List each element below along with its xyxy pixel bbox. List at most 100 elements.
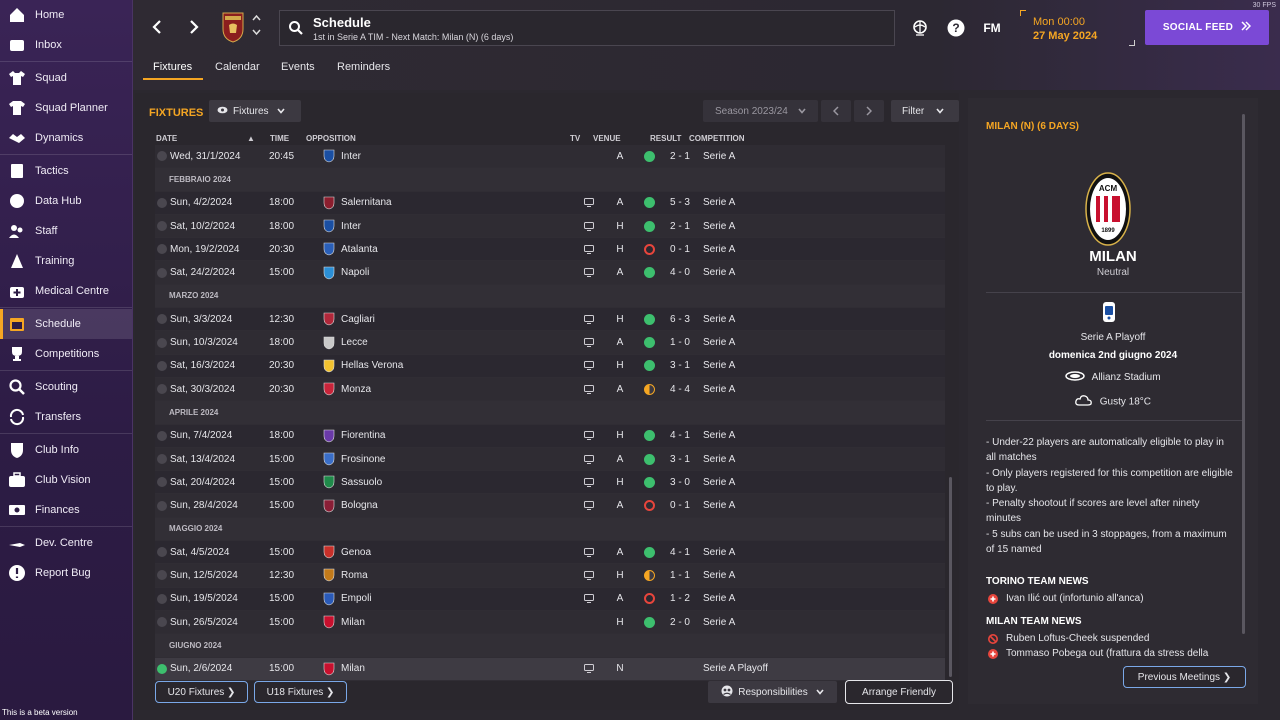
fixture-score[interactable]: 1 - 0 <box>657 337 703 348</box>
fixture-row[interactable]: Sat, 4/5/2024 15:00 Genoa A 4 - 1 Serie A <box>155 541 945 565</box>
fixture-score[interactable]: 3 - 1 <box>657 454 703 465</box>
sidebar-item-scouting[interactable]: Scouting <box>0 372 132 402</box>
fixture-row[interactable]: Wed, 31/1/2024 20:45 Inter A 2 - 1 Serie A <box>155 145 945 169</box>
sidebar-item-club-vision[interactable]: Club Vision <box>0 465 132 495</box>
fixture-opponent[interactable]: Atalanta <box>341 244 579 255</box>
previous-meetings-button[interactable]: Previous Meetings ❯ <box>1123 666 1246 688</box>
fixture-opponent[interactable]: Lecce <box>341 337 579 348</box>
fixture-row[interactable]: Sun, 19/5/2024 15:00 Empoli A 1 - 2 Serie A <box>155 587 945 611</box>
search-title-box[interactable]: Schedule 1st in Serie A TIM - Next Match… <box>279 10 895 46</box>
col-venue[interactable]: VENUE <box>593 134 621 143</box>
fixture-score[interactable]: 0 - 1 <box>657 244 703 255</box>
sidebar-item-dynamics[interactable]: Dynamics <box>0 123 132 153</box>
u18-fixtures-button[interactable]: U18 Fixtures ❯ <box>254 681 347 703</box>
fixture-row[interactable]: Sun, 10/3/2024 18:00 Lecce A 1 - 0 Serie A <box>155 331 945 355</box>
tab-fixtures[interactable]: Fixtures <box>153 61 192 73</box>
sidebar-item-club-info[interactable]: Club Info <box>0 435 132 465</box>
fixture-score[interactable]: 2 - 1 <box>657 221 703 232</box>
fixture-score[interactable]: 6 - 3 <box>657 314 703 325</box>
responsibilities-dropdown[interactable]: Responsibilities <box>708 681 837 703</box>
sidebar-item-squad[interactable]: Squad <box>0 63 132 93</box>
fixture-opponent[interactable]: Napoli <box>341 267 579 278</box>
fixture-opponent[interactable]: Frosinone <box>341 454 579 465</box>
u20-fixtures-button[interactable]: U20 Fixtures ❯ <box>155 681 248 703</box>
fixture-row[interactable]: Mon, 19/2/2024 20:30 Atalanta H 0 - 1 Serie A <box>155 238 945 262</box>
fixture-competition[interactable]: Serie A <box>703 337 853 348</box>
fixture-row[interactable]: Sun, 28/4/2024 15:00 Bologna A 0 - 1 Serie A <box>155 494 945 518</box>
fixture-row[interactable]: Sun, 2/6/2024 15:00 Milan N Serie A Playoff <box>155 657 945 681</box>
fixture-competition[interactable]: Serie A <box>703 593 853 604</box>
col-date[interactable]: DATE <box>156 134 177 143</box>
game-date[interactable]: Mon 00:00 27 May 2024 <box>1020 10 1135 46</box>
fixture-opponent[interactable]: Monza <box>341 384 579 395</box>
fixture-competition[interactable]: Serie A <box>703 151 853 162</box>
sidebar-item-dev-centre[interactable]: Dev. Centre <box>0 528 132 558</box>
fixture-competition[interactable]: Serie A Playoff <box>703 663 853 674</box>
arrange-friendly-button[interactable]: Arrange Friendly <box>845 680 953 704</box>
sidebar-item-training[interactable]: Training <box>0 246 132 276</box>
fixture-competition[interactable]: Serie A <box>703 500 853 511</box>
fixture-competition[interactable]: Serie A <box>703 430 853 441</box>
fixture-opponent[interactable]: Empoli <box>341 593 579 604</box>
fixture-score[interactable]: 3 - 1 <box>657 360 703 371</box>
fixture-score[interactable]: 2 - 1 <box>657 151 703 162</box>
fixture-score[interactable]: 3 - 0 <box>657 477 703 488</box>
fixture-opponent[interactable]: Bologna <box>341 500 579 511</box>
fixture-score[interactable]: 4 - 1 <box>657 430 703 441</box>
sidebar-item-data-hub[interactable]: Data Hub <box>0 186 132 216</box>
milan-news-item[interactable]: Ruben Loftus-Cheek suspended <box>988 633 1149 644</box>
sidebar-item-staff[interactable]: Staff <box>0 216 132 246</box>
fixture-row[interactable]: Sat, 30/3/2024 20:30 Monza A 4 - 4 Serie A <box>155 377 945 402</box>
sidebar-item-transfers[interactable]: Transfers <box>0 402 132 432</box>
col-tv[interactable]: TV <box>570 134 580 143</box>
fixture-row[interactable]: Sun, 3/3/2024 12:30 Cagliari H 6 - 3 Serie A <box>155 308 945 332</box>
milan-crest-icon[interactable]: ACM 1899 <box>1085 172 1131 246</box>
fixture-competition[interactable]: Serie A <box>703 360 853 371</box>
opponent-name[interactable]: MILAN <box>968 248 1258 265</box>
sidebar-item-squad-planner[interactable]: Squad Planner <box>0 93 132 123</box>
fixture-score[interactable]: 1 - 1 <box>657 570 703 581</box>
fixture-row[interactable]: Sun, 12/5/2024 12:30 Roma H 1 - 1 Serie A <box>155 564 945 588</box>
sidebar-item-inbox[interactable]: Inbox <box>0 30 132 60</box>
fixture-opponent[interactable]: Roma <box>341 570 579 581</box>
fixture-competition[interactable]: Serie A <box>703 267 853 278</box>
fixture-opponent[interactable]: Fiorentina <box>341 430 579 441</box>
fixture-row[interactable]: Sun, 26/5/2024 15:00 Milan H 2 - 0 Serie A <box>155 610 945 635</box>
fixture-competition[interactable]: Serie A <box>703 221 853 232</box>
fixture-row[interactable]: Sun, 4/2/2024 18:00 Salernitana A 5 - 3 Serie… <box>155 191 945 215</box>
fixture-opponent[interactable]: Milan <box>341 663 579 674</box>
sidebar-item-tactics[interactable]: Tactics <box>0 156 132 186</box>
milan-news-item[interactable]: Tommaso Pobega out (frattura da stress d… <box>988 648 1208 659</box>
fixture-competition[interactable]: Serie A <box>703 244 853 255</box>
fixture-row[interactable]: Sat, 10/2/2024 18:00 Inter H 2 - 1 Serie A <box>155 214 945 239</box>
fixture-competition[interactable]: Serie A <box>703 384 853 395</box>
torino-news-item[interactable]: Ivan Ilić out (infortunio all'anca) <box>988 593 1144 604</box>
col-result[interactable]: RESULT <box>650 134 681 143</box>
help-icon[interactable]: ? <box>946 18 966 38</box>
fixture-opponent[interactable]: Hellas Verona <box>341 360 579 371</box>
fixture-competition[interactable]: Serie A <box>703 570 853 581</box>
sidebar-item-competitions[interactable]: Competitions <box>0 339 132 369</box>
fixture-row[interactable]: Sat, 20/4/2024 15:00 Sassuolo H 3 - 0 Serie A <box>155 471 945 495</box>
fixture-competition[interactable]: Serie A <box>703 454 853 465</box>
fixture-row[interactable]: Sun, 7/4/2024 18:00 Fiorentina H 4 - 1 Serie … <box>155 424 945 448</box>
tab-calendar[interactable]: Calendar <box>215 61 260 73</box>
tab-reminders[interactable]: Reminders <box>337 61 390 73</box>
club-switcher[interactable] <box>252 14 261 38</box>
col-competition[interactable]: COMPETITION <box>689 134 745 143</box>
fixture-score[interactable]: 1 - 2 <box>657 593 703 604</box>
col-opposition[interactable]: OPPOSITION <box>306 134 356 143</box>
fixture-row[interactable]: Sat, 13/4/2024 15:00 Frosinone A 3 - 1 Serie … <box>155 447 945 472</box>
fm-menu-button[interactable]: FM <box>982 18 1002 38</box>
fixtures-view-dropdown[interactable]: Fixtures <box>209 100 301 122</box>
season-next-button[interactable] <box>854 100 884 122</box>
world-icon[interactable] <box>910 18 930 38</box>
sidebar-item-finances[interactable]: Finances <box>0 495 132 525</box>
sidebar-item-report-bug[interactable]: Report Bug <box>0 558 132 588</box>
fixture-competition[interactable]: Serie A <box>703 197 853 208</box>
social-feed-button[interactable]: SOCIAL FEED <box>1145 10 1269 45</box>
sidebar-item-home[interactable]: Home <box>0 0 132 30</box>
fixture-score[interactable]: 4 - 4 <box>657 384 703 395</box>
season-prev-button[interactable] <box>821 100 851 122</box>
back-button[interactable] <box>146 16 168 38</box>
